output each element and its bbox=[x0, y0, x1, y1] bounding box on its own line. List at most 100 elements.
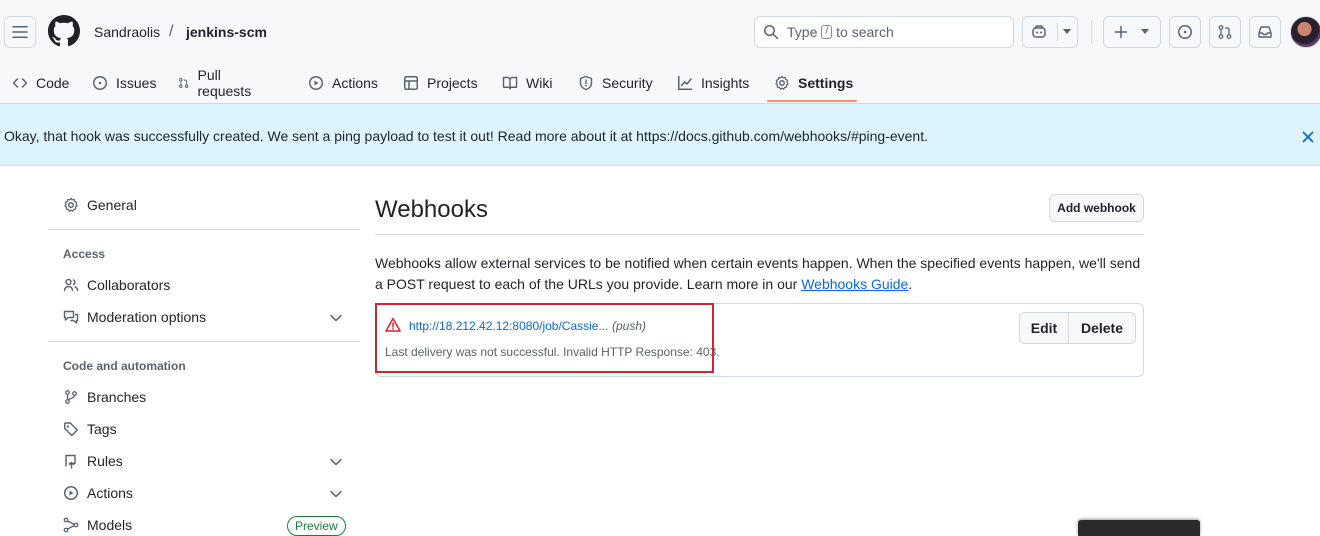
sidebar-item-models[interactable]: Models bbox=[63, 517, 132, 533]
sidebar-item-moderation-options[interactable]: Moderation options bbox=[63, 309, 206, 325]
search-placeholder-prefix: Type bbox=[787, 24, 818, 40]
sidebar-item-label: Actions bbox=[87, 485, 133, 501]
tab-security[interactable]: Security bbox=[578, 64, 653, 102]
repo-push-icon bbox=[65, 454, 76, 469]
webhook-event: (push) bbox=[612, 319, 647, 333]
issue-opened-icon bbox=[1178, 25, 1192, 39]
three-bars-icon bbox=[12, 26, 28, 38]
graph-icon bbox=[678, 75, 693, 90]
tab-code[interactable]: Code bbox=[12, 64, 69, 102]
os-popup-edge bbox=[1078, 520, 1200, 536]
alert-icon bbox=[385, 317, 401, 332]
triangle-down-icon bbox=[1063, 29, 1071, 34]
play-icon bbox=[309, 76, 323, 90]
sidebar-heading-code-automation: Code and automation bbox=[63, 359, 186, 373]
code-icon bbox=[12, 78, 28, 88]
play-icon bbox=[64, 486, 78, 500]
create-new-button[interactable] bbox=[1103, 16, 1161, 48]
breadcrumb-owner[interactable]: Sandraolis bbox=[94, 24, 160, 40]
tab-insights[interactable]: Insights bbox=[677, 64, 749, 102]
sidebar-item-label: General bbox=[87, 197, 137, 213]
sidebar-item-label: Collaborators bbox=[87, 277, 171, 293]
sidebar-item-label: Rules bbox=[87, 453, 123, 469]
git-pull-request-icon bbox=[179, 78, 189, 88]
tab-label: Actions bbox=[332, 75, 378, 91]
tab-label: Code bbox=[36, 75, 70, 91]
tab-label: Pull requests bbox=[197, 67, 252, 99]
tab-pull-requests[interactable]: Pull requests bbox=[178, 64, 256, 102]
close-icon[interactable] bbox=[1300, 129, 1316, 145]
plus-icon bbox=[1114, 25, 1128, 39]
webhooks-description: Webhooks allow external services to be n… bbox=[375, 253, 1145, 295]
tab-label: Projects bbox=[427, 75, 478, 91]
ai-model-icon bbox=[63, 517, 79, 533]
issues-button[interactable] bbox=[1169, 16, 1201, 48]
flash-message: Okay, that hook was successfully created… bbox=[4, 128, 928, 144]
avatar[interactable] bbox=[1290, 16, 1320, 48]
triangle-down-icon bbox=[1141, 29, 1149, 34]
sidebar-item-tags[interactable]: Tags bbox=[63, 421, 117, 437]
sidebar-item-label: Branches bbox=[87, 389, 147, 405]
breadcrumb-repo[interactable]: jenkins-scm bbox=[186, 24, 267, 40]
sidebar-item-rules[interactable]: Rules bbox=[63, 453, 123, 469]
tab-wiki[interactable]: Wiki bbox=[502, 64, 552, 102]
github-logo-icon[interactable] bbox=[48, 15, 80, 47]
people-icon bbox=[63, 278, 79, 292]
edit-button[interactable]: Edit bbox=[1020, 313, 1069, 343]
sidebar-item-label: Models bbox=[87, 517, 133, 533]
search-shortcut-key: / bbox=[821, 25, 833, 39]
webhook-url-link[interactable]: http://18.212.42.12:8080/job/Cassie... bbox=[409, 319, 608, 333]
header-divider bbox=[1091, 20, 1092, 44]
book-icon bbox=[502, 76, 518, 90]
tab-projects[interactable]: Projects bbox=[403, 64, 478, 102]
chevron-down-icon[interactable] bbox=[329, 489, 343, 499]
webhook-delivery-status: Last delivery was not successful. Invali… bbox=[385, 345, 720, 359]
tab-label: Settings bbox=[798, 75, 854, 91]
page-title: Webhooks bbox=[375, 196, 488, 223]
tab-label: Security bbox=[602, 75, 653, 91]
tag-icon bbox=[64, 422, 78, 437]
sidebar-item-collaborators[interactable]: Collaborators bbox=[63, 277, 170, 293]
sidebar-item-label: Tags bbox=[87, 421, 117, 437]
webhooks-guide-link[interactable]: Webhooks Guide bbox=[801, 276, 908, 292]
description-text: Webhooks allow external services to be n… bbox=[375, 255, 1141, 292]
flash-notice: Okay, that hook was successfully created… bbox=[0, 104, 1320, 166]
sidebar-item-general[interactable]: General bbox=[63, 197, 137, 213]
breadcrumb-separator: / bbox=[169, 23, 174, 40]
webhook-actions: Edit Delete bbox=[1019, 312, 1136, 344]
tab-settings[interactable]: Settings bbox=[774, 64, 853, 102]
tab-label: Wiki bbox=[526, 75, 553, 91]
search-placeholder-suffix: to search bbox=[836, 24, 894, 40]
copilot-button[interactable] bbox=[1022, 16, 1078, 48]
sidebar-item-branches[interactable]: Branches bbox=[63, 389, 146, 405]
git-pull-request-icon bbox=[1218, 25, 1232, 39]
sidebar-divider bbox=[48, 229, 360, 230]
inbox-button[interactable] bbox=[1249, 16, 1281, 48]
search-input[interactable]: Type / to search bbox=[754, 16, 1014, 48]
chevron-down-icon[interactable] bbox=[329, 313, 343, 323]
tab-actions[interactable]: Actions bbox=[308, 64, 378, 102]
chevron-down-icon[interactable] bbox=[329, 457, 343, 467]
table-icon bbox=[404, 76, 418, 90]
add-webhook-button[interactable]: Add webhook bbox=[1049, 194, 1144, 222]
menu-button[interactable] bbox=[4, 16, 36, 48]
sidebar-heading-access: Access bbox=[63, 247, 106, 261]
search-icon bbox=[764, 25, 779, 40]
git-branch-icon bbox=[65, 390, 77, 404]
preview-badge: Preview bbox=[287, 516, 346, 536]
gear-icon bbox=[775, 75, 789, 90]
sidebar-item-label: Moderation options bbox=[87, 309, 207, 325]
title-divider bbox=[375, 234, 1144, 235]
issue-opened-icon bbox=[93, 76, 107, 90]
pull-requests-button[interactable] bbox=[1209, 16, 1241, 48]
sidebar-item-actions[interactable]: Actions bbox=[63, 485, 133, 501]
tab-label: Insights bbox=[701, 75, 750, 91]
gear-icon bbox=[64, 197, 78, 212]
sidebar-divider bbox=[48, 341, 360, 342]
inbox-icon bbox=[1258, 26, 1272, 38]
description-end: . bbox=[908, 276, 913, 292]
copilot-icon bbox=[1032, 25, 1046, 38]
shield-icon bbox=[579, 75, 593, 91]
delete-button[interactable]: Delete bbox=[1069, 313, 1135, 343]
tab-issues[interactable]: Issues bbox=[92, 64, 156, 102]
